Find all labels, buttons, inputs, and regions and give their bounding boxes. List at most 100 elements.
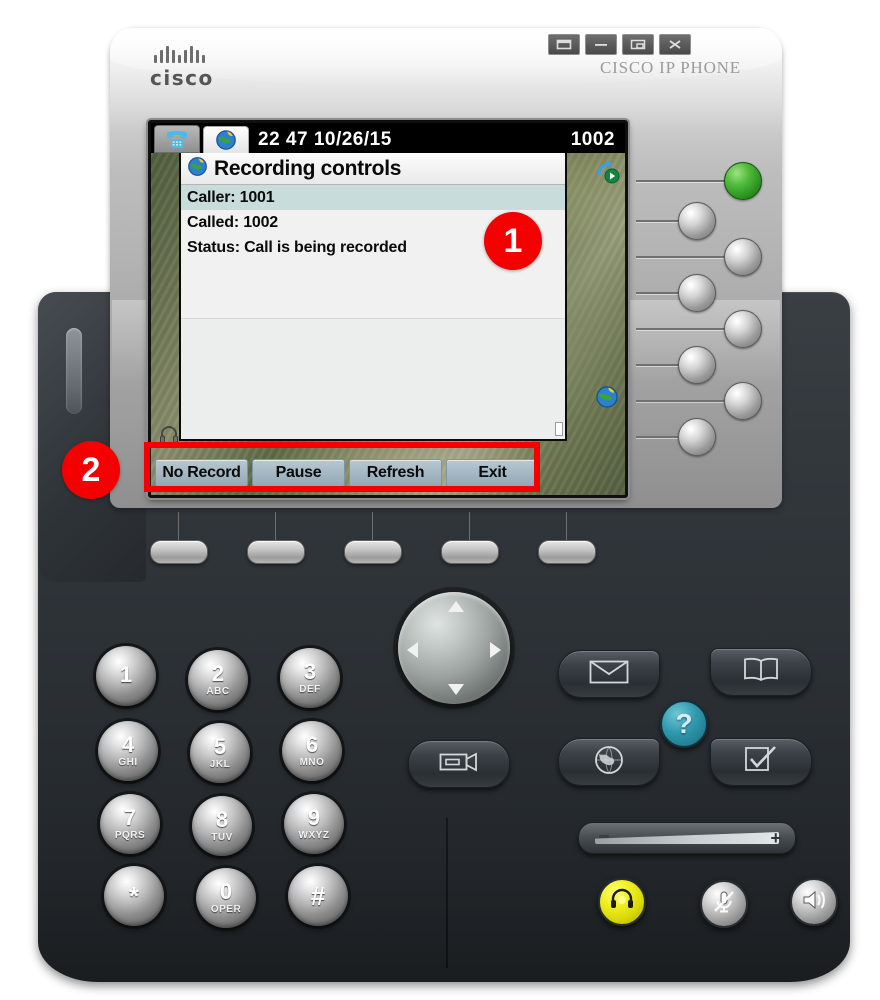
close-icon[interactable]	[659, 34, 691, 55]
key-letters: ABC	[206, 686, 230, 697]
recording-controls-panel: Recording controls Caller: 1001 Called: …	[179, 153, 567, 441]
cisco-wordmark: cisco	[150, 66, 214, 90]
line-button-1[interactable]	[724, 162, 762, 200]
video-button[interactable]	[408, 740, 510, 788]
speaker-button[interactable]	[790, 878, 838, 926]
app-title-bar: Recording controls	[181, 153, 565, 185]
globe-icon	[593, 744, 625, 781]
mute-microphone-icon	[711, 889, 737, 920]
phone-tab-icon[interactable]	[154, 125, 200, 153]
volume-rocker[interactable]: +	[578, 822, 796, 854]
key-digit: #	[310, 881, 326, 911]
restore-icon[interactable]	[548, 34, 580, 55]
key-letters: PQRS	[114, 830, 146, 841]
key-7[interactable]: 7 PQRS	[100, 794, 160, 854]
nav-down-arrow-icon[interactable]	[448, 684, 464, 695]
lcd-status-bar: 22 47 10/26/15 1002	[151, 123, 625, 153]
key-letters: JKL	[209, 759, 231, 770]
key-5[interactable]: 5 JKL	[190, 723, 250, 783]
checklist-icon	[744, 745, 778, 780]
page-title: Recording controls	[214, 156, 402, 180]
messages-button[interactable]	[558, 650, 660, 698]
key-digit: 6	[305, 732, 319, 757]
line-button-column	[636, 150, 776, 456]
services-globe-icon	[595, 385, 621, 411]
nav-left-arrow-icon[interactable]	[407, 642, 418, 658]
key-star[interactable]: *	[104, 866, 164, 926]
callout-badge-2: 2	[62, 441, 120, 499]
callout-badge-1: 1	[484, 212, 542, 270]
speaker-icon	[801, 887, 827, 918]
key-4[interactable]: 4 GHI	[98, 721, 158, 781]
softkey-hw-button-1[interactable]	[150, 540, 208, 564]
key-digit: 2	[211, 661, 225, 686]
key-letters: OPER	[210, 904, 242, 915]
envelope-icon	[589, 659, 629, 690]
key-digit: 3	[303, 659, 317, 684]
key-letters: WXYZ	[298, 830, 330, 841]
directories-button[interactable]	[710, 648, 812, 696]
maximize-icon[interactable]	[622, 34, 654, 55]
call-forward-icon	[595, 159, 621, 185]
key-2[interactable]: 2 ABC	[188, 650, 248, 710]
navigation-pad[interactable]	[398, 592, 510, 704]
minimize-icon[interactable]	[585, 34, 617, 55]
line-button-4[interactable]	[678, 274, 716, 312]
dial-keypad: 1 2 ABC 3 DEF 4 GHI 5 JKL 6 MNO 7 PQRS 8 TUV 9W…	[96, 646, 358, 928]
volume-minus-icon[interactable]	[599, 835, 609, 838]
mute-button[interactable]	[700, 880, 748, 928]
line-button-6[interactable]	[678, 346, 716, 384]
nav-up-arrow-icon[interactable]	[448, 601, 464, 612]
globe-icon	[187, 156, 208, 182]
line-button-7[interactable]	[724, 382, 762, 420]
services-button[interactable]	[558, 738, 660, 786]
line-button-8[interactable]	[678, 418, 716, 456]
key-digit: 7	[123, 805, 137, 830]
question-mark-icon: ?	[675, 708, 693, 739]
key-letters: MNO	[299, 757, 325, 768]
key-digit: 1	[119, 662, 133, 687]
headset-button[interactable]	[598, 878, 646, 926]
key-6[interactable]: 6 MNO	[282, 721, 342, 781]
nav-right-arrow-icon[interactable]	[490, 642, 501, 658]
headset-icon	[609, 887, 635, 918]
window-controls[interactable]	[548, 34, 691, 55]
key-digit: 8	[215, 807, 229, 832]
key-0[interactable]: 0 OPER	[196, 868, 256, 928]
lcd-extension: 1002	[570, 129, 615, 150]
base-seam	[446, 818, 448, 968]
lcd-time-date: 22 47 10/26/15	[258, 129, 392, 150]
line-button-2[interactable]	[678, 202, 716, 240]
cisco-ip-phone: cisco CISCO IP PHONE 22 47 10/26/15 1002…	[0, 0, 880, 1000]
key-1[interactable]: 1	[96, 646, 156, 706]
key-digit: 0	[219, 879, 233, 904]
softkey-hw-button-4[interactable]	[441, 540, 499, 564]
key-digit: 9	[307, 805, 321, 830]
softkey-hw-button-3[interactable]	[344, 540, 402, 564]
key-letters: DEF	[299, 684, 321, 695]
softkey-hw-button-2[interactable]	[247, 540, 305, 564]
key-3[interactable]: 3 DEF	[280, 648, 340, 708]
key-letters: GHI	[118, 757, 138, 768]
globe-tab-icon[interactable]	[203, 126, 249, 153]
softkey-hw-button-5[interactable]	[538, 540, 596, 564]
settings-button[interactable]	[710, 738, 812, 786]
softkey-highlight-box	[144, 442, 540, 492]
volume-plus-icon[interactable]: +	[770, 829, 781, 847]
key-8[interactable]: 8 TUV	[192, 796, 252, 856]
line-button-3[interactable]	[724, 238, 762, 276]
model-label: CISCO IP PHONE	[600, 58, 741, 77]
scroll-indicator[interactable]	[555, 422, 563, 436]
key-digit: 5	[213, 734, 227, 759]
volume-wedge-icon	[595, 832, 779, 844]
key-letters: TUV	[211, 832, 233, 843]
key-pound[interactable]: #	[288, 866, 348, 926]
cisco-bars-icon	[154, 46, 260, 63]
cisco-logo: cisco	[150, 46, 260, 90]
help-button[interactable]: ?	[660, 700, 708, 748]
list-item[interactable]: Caller: 1001	[181, 185, 565, 210]
line-button-5[interactable]	[724, 310, 762, 348]
key-digit: 4	[121, 732, 135, 757]
key-9[interactable]: 9 WXYZ	[284, 794, 344, 854]
book-icon	[741, 657, 781, 688]
